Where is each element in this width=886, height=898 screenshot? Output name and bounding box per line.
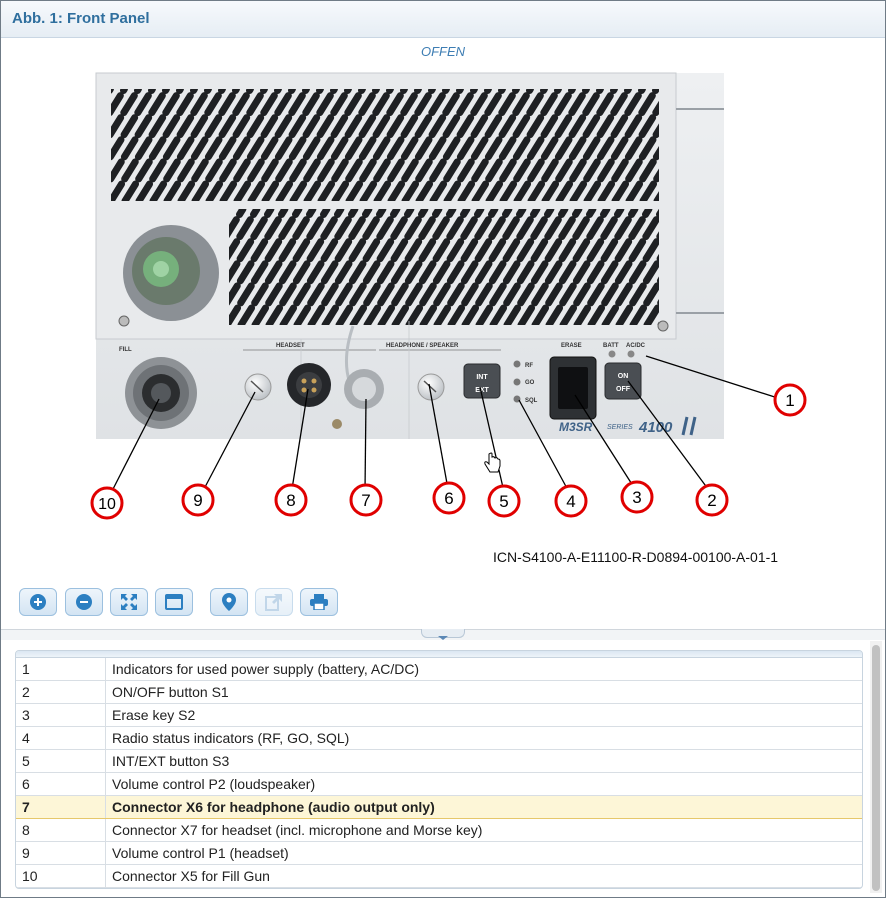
legend-scrollbar-thumb[interactable] (872, 645, 880, 891)
batt-label: BATT (603, 343, 619, 349)
front-panel-illustration: FILL HEADSET HEADPHONE / SPEAKER ERASE B… (90, 72, 807, 520)
open-external-button[interactable] (255, 588, 293, 616)
int-label: INT (476, 374, 488, 381)
legend-row-number: 4 (16, 726, 106, 750)
erase-key (549, 356, 597, 420)
legend-row-description: Radio status indicators (RF, GO, SQL) (105, 726, 862, 750)
legend-row[interactable]: 6 Volume control P2 (loudspeaker) (16, 772, 862, 796)
volume-knob-headset (244, 373, 272, 401)
legend-row-number: 2 (16, 680, 106, 704)
icn-code: ICN-S4100-A-E11100-R-D0894-00100-A-01-1 (493, 549, 779, 565)
hand-cursor-icon (484, 452, 501, 473)
callout-10-label: 10 (98, 496, 116, 513)
callout-8: 8 (274, 483, 308, 517)
callout-8-label: 8 (286, 491, 295, 510)
legend-row[interactable]: 4 Radio status indicators (RF, GO, SQL) (16, 726, 862, 750)
legend-row[interactable]: 8 Connector X7 for headset (incl. microph… (16, 818, 862, 842)
callout-4: 4 (554, 484, 588, 518)
legend-row-number: 6 (16, 772, 106, 796)
callout-2-label: 2 (707, 491, 716, 510)
legend-row[interactable]: 10 Connector X5 for Fill Gun (16, 864, 862, 888)
off-label: OFF (616, 386, 631, 393)
legend-table: 1 Indicators for used power supply (batte… (16, 658, 862, 888)
legend-row[interactable]: 3 Erase key S2 (16, 703, 862, 727)
print-button[interactable] (300, 588, 338, 616)
callout-6: 6 (432, 481, 466, 515)
headset-connector (287, 363, 331, 407)
legend-row-number: 5 (16, 749, 106, 773)
callout-9-label: 9 (193, 491, 202, 510)
pane-divider-handle[interactable] (421, 629, 465, 640)
legend-row-description: Connector X7 for headset (incl. micropho… (105, 818, 862, 842)
legend-row-number: 7 (16, 795, 106, 819)
callout-7-label: 7 (361, 491, 370, 510)
legend-row-description: ON/OFF button S1 (105, 680, 862, 704)
acdc-label: AC/DC (626, 343, 646, 349)
legend-row-number: 9 (16, 841, 106, 865)
fit-screen-icon (121, 594, 137, 610)
legend-row[interactable]: 5 INT/EXT button S3 (16, 749, 862, 773)
fit-screen-button[interactable] (110, 588, 148, 616)
fill-label: FILL (119, 347, 132, 353)
legend-table-container: 1 Indicators for used power supply (batte… (15, 650, 863, 889)
chevron-down-icon (438, 636, 448, 640)
legend-row-description: Erase key S2 (105, 703, 862, 727)
zoom-out-icon (76, 594, 92, 610)
zoom-in-button[interactable] (19, 588, 57, 616)
series-label: SERIES (607, 424, 633, 431)
zoom-in-icon (30, 594, 46, 610)
zoom-out-button[interactable] (65, 588, 103, 616)
callout-6-label: 6 (444, 489, 453, 508)
external-link-icon (265, 594, 282, 611)
window-icon (165, 594, 183, 610)
callout-9: 9 (181, 483, 215, 517)
headphone-speaker-label: HEADPHONE / SPEAKER (386, 343, 459, 349)
legend-row-description: Indicators for used power supply (batter… (105, 658, 862, 681)
callout-10: 10 (90, 486, 124, 520)
callout-1: 1 (773, 383, 807, 417)
callout-5-label: 5 (499, 492, 508, 511)
legend-row-number: 10 (16, 864, 106, 888)
print-icon (310, 594, 328, 610)
on-off-button: ON OFF (604, 362, 642, 400)
legend-row-description: Volume control P1 (headset) (105, 841, 862, 865)
erase-label: ERASE (561, 343, 582, 349)
legend-row-description: Volume control P2 (loudspeaker) (105, 772, 862, 796)
legend-row-description: Connector X5 for Fill Gun (105, 864, 862, 888)
map-pin-icon (222, 593, 236, 611)
fill-connector (125, 357, 197, 429)
legend-row-description: INT/EXT button S3 (105, 749, 862, 773)
legend-row[interactable]: 1 Indicators for used power supply (batte… (16, 658, 862, 681)
locate-button[interactable] (210, 588, 248, 616)
callout-4-label: 4 (566, 492, 575, 511)
callout-2: 2 (695, 483, 729, 517)
window-button[interactable] (155, 588, 193, 616)
legend-row-description: Connector X6 for headphone (audio output… (105, 795, 862, 819)
rf-label: RF (525, 363, 533, 369)
callout-3-label: 3 (632, 488, 641, 507)
legend-row[interactable]: 7 Connector X6 for headphone (audio outpu… (16, 795, 862, 819)
callout-5: 5 (487, 484, 521, 518)
legend-row[interactable]: 9 Volume control P1 (headset) (16, 841, 862, 865)
legend-row-number: 8 (16, 818, 106, 842)
legend-row[interactable]: 2 ON/OFF button S1 (16, 680, 862, 704)
ext-label: EXT (475, 387, 489, 394)
brand-label: M3SR (559, 420, 593, 434)
model-label: 4100 (638, 419, 673, 436)
callout-1-label: 1 (785, 391, 794, 410)
legend-row-number: 1 (16, 658, 106, 681)
sql-label: SQL (525, 398, 538, 404)
callout-3: 3 (620, 480, 654, 514)
on-label: ON (618, 373, 629, 380)
legend-table-header (16, 651, 862, 658)
figure-viewer: Abb. 1: Front Panel OFFEN FILL HEADSET H… (0, 0, 886, 898)
go-label: GO (525, 380, 535, 386)
legend-row-number: 3 (16, 703, 106, 727)
callout-7: 7 (349, 483, 383, 517)
